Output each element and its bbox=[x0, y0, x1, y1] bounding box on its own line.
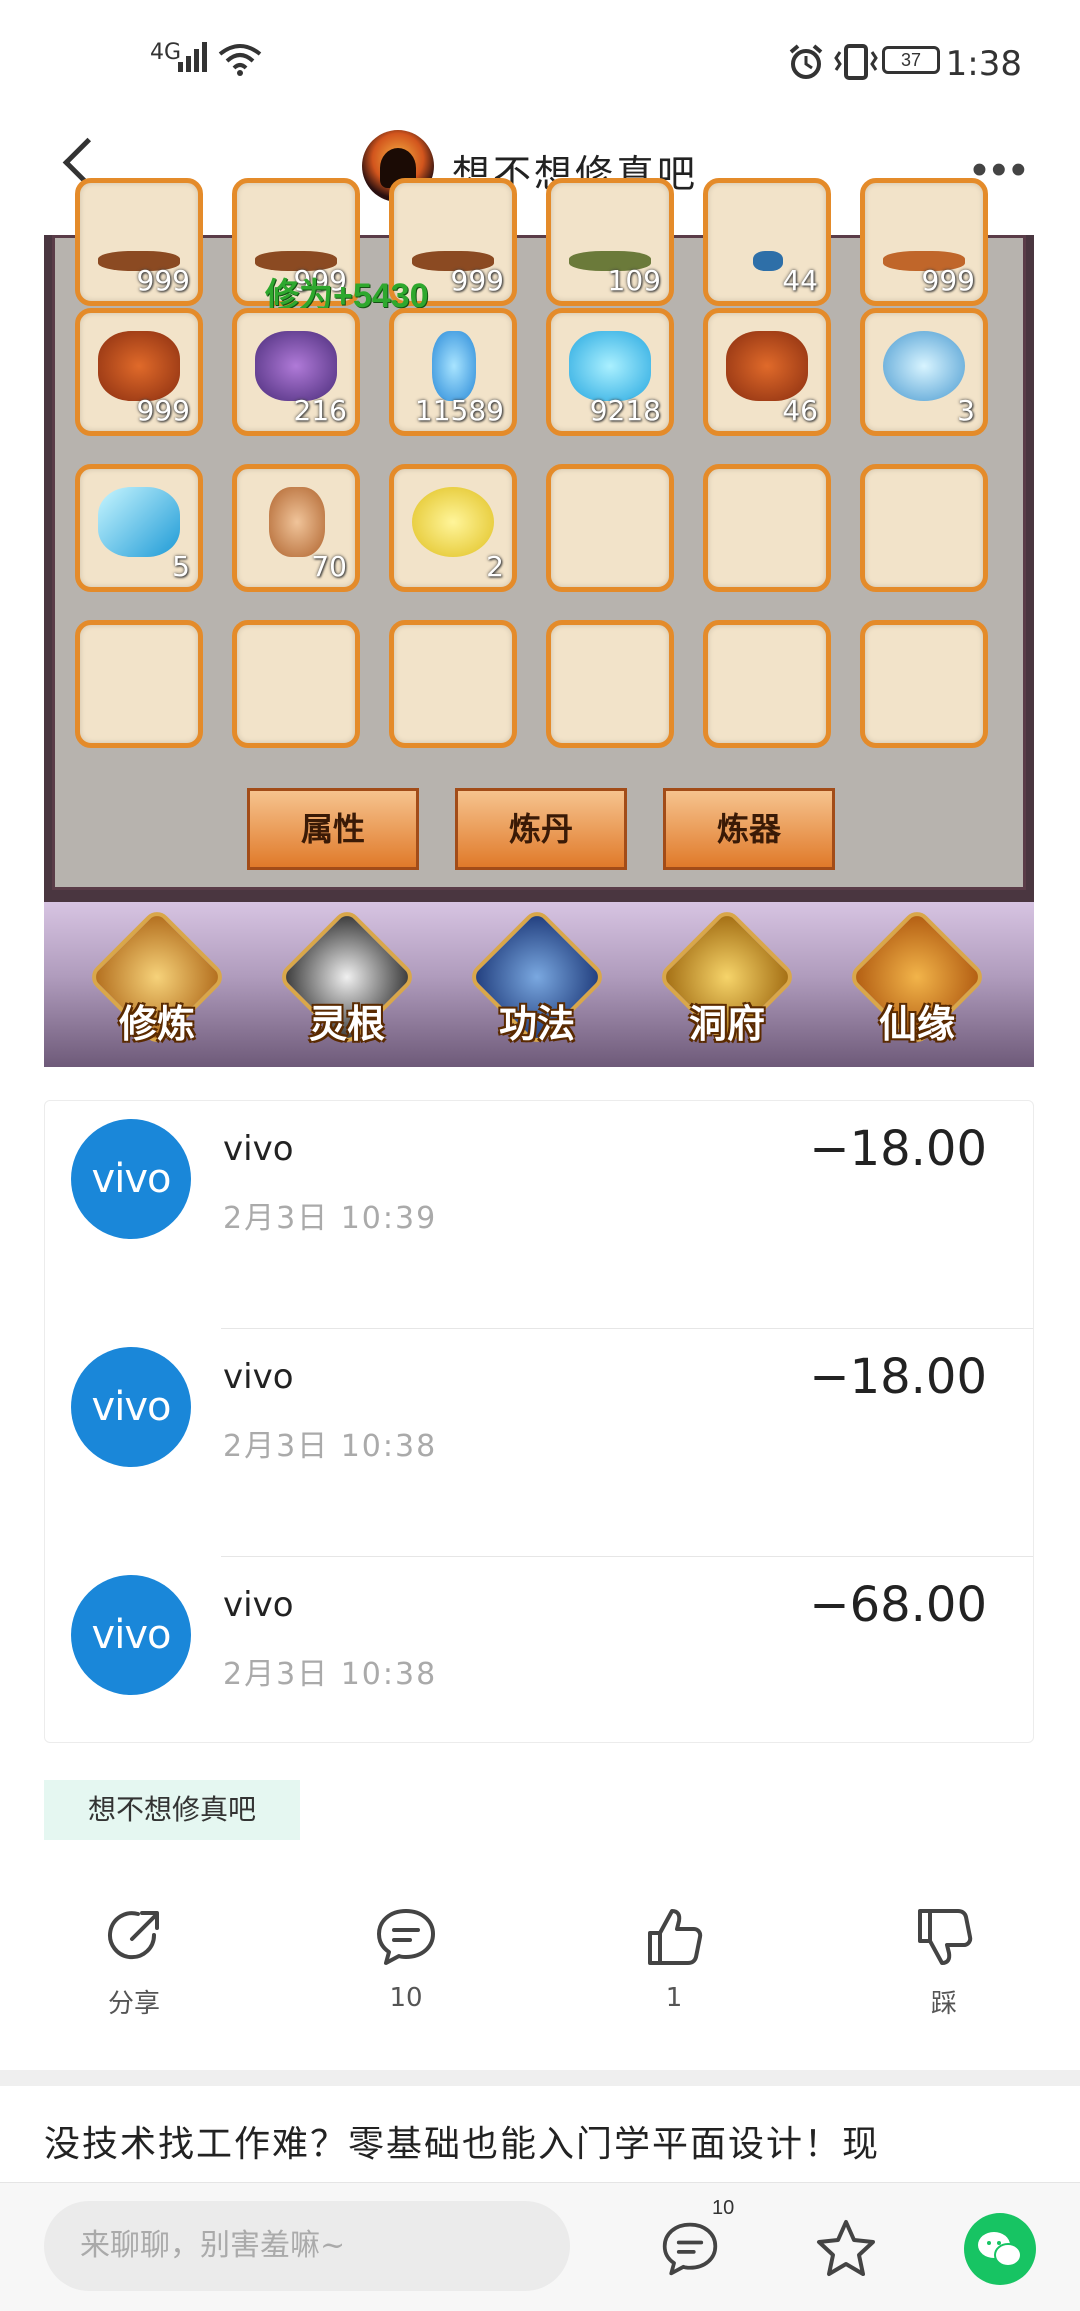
comment-count: 10 bbox=[389, 1983, 423, 2013]
wifi-icon bbox=[218, 44, 262, 76]
inventory-slot: 44 bbox=[703, 178, 831, 306]
game-menu-bar: 修炼 灵根 功法 洞府 仙缘 bbox=[44, 902, 1034, 1067]
transaction-row: vivo vivo 2月3日 10:38 −68.00 bbox=[45, 1557, 1033, 1785]
cave-menu-icon[interactable]: 洞府 bbox=[656, 906, 798, 1052]
inventory-slot[interactable]: 11589 bbox=[389, 308, 517, 436]
inventory-slot-empty[interactable] bbox=[546, 464, 674, 592]
transaction-amount: −18.00 bbox=[809, 1121, 987, 1177]
comment-icon bbox=[377, 1909, 435, 1965]
section-divider bbox=[0, 2070, 1080, 2086]
vivo-logo: vivo bbox=[71, 1347, 191, 1467]
alchemy-button[interactable]: 炼丹 bbox=[455, 788, 627, 870]
inventory-slot[interactable]: 216 bbox=[232, 308, 360, 436]
merchant-name: vivo bbox=[223, 1129, 294, 1169]
signal-icon bbox=[178, 42, 207, 72]
game-screenshot: 999 999 999 109 44 999 修为+5430 999 216 1… bbox=[44, 178, 1034, 1067]
comment-button[interactable]: 10 bbox=[346, 1905, 466, 2013]
dislike-label: 踩 bbox=[930, 1989, 957, 2019]
inventory-panel: 999 999 999 109 44 999 修为+5430 999 216 1… bbox=[52, 178, 1026, 890]
network-indicator: 4G bbox=[150, 40, 182, 65]
battery-icon: 37 bbox=[882, 46, 940, 74]
transaction-date: 2月3日 10:38 bbox=[223, 1657, 438, 1692]
star-icon[interactable] bbox=[814, 2217, 878, 2281]
share-icon bbox=[108, 1911, 159, 1960]
inventory-slot: 999 bbox=[860, 178, 988, 306]
inventory-slot[interactable]: 70 bbox=[232, 464, 360, 592]
thumbs-down-icon bbox=[918, 1909, 973, 1965]
inventory-slot-empty[interactable] bbox=[703, 620, 831, 748]
promo-post-title[interactable]: 没技术找工作难？零基础也能入门学平面设计！现 bbox=[44, 2115, 1044, 2167]
technique-menu-icon[interactable]: 功法 bbox=[466, 906, 608, 1052]
transaction-date: 2月3日 10:38 bbox=[223, 1429, 438, 1464]
inventory-slot[interactable]: 999 bbox=[75, 308, 203, 436]
comment-badge: 10 bbox=[712, 2197, 735, 2219]
thumbs-up-icon bbox=[648, 1909, 703, 1965]
payment-records-card: vivo vivo 2月3日 10:39 −18.00 vivo vivo 2月… bbox=[44, 1100, 1034, 1743]
inventory-slot[interactable]: 3 bbox=[860, 308, 988, 436]
inventory-slot-empty[interactable] bbox=[389, 620, 517, 748]
transaction-date: 2月3日 10:39 bbox=[223, 1201, 438, 1236]
inventory-slot: 999 bbox=[75, 178, 203, 306]
alarm-icon bbox=[789, 44, 823, 79]
like-button[interactable]: 1 bbox=[614, 1905, 734, 2013]
transaction-row: vivo vivo 2月3日 10:39 −18.00 bbox=[45, 1101, 1033, 1329]
attributes-button[interactable]: 属性 bbox=[247, 788, 419, 870]
vivo-logo: vivo bbox=[71, 1119, 191, 1239]
spirit-root-menu-icon[interactable]: 灵根 bbox=[276, 906, 418, 1052]
cultivate-menu-icon[interactable]: 修炼 bbox=[86, 906, 228, 1052]
inventory-slot-empty[interactable] bbox=[703, 464, 831, 592]
fate-menu-icon[interactable]: 仙缘 bbox=[846, 906, 988, 1052]
forum-tag[interactable]: 想不想修真吧 bbox=[44, 1780, 300, 1840]
inventory-slot[interactable]: 2 bbox=[389, 464, 517, 592]
transaction-amount: −18.00 bbox=[809, 1349, 987, 1405]
inventory-slot-empty[interactable] bbox=[860, 464, 988, 592]
status-bar: 4G 37 1:38 bbox=[0, 0, 1080, 115]
inventory-slot-empty[interactable] bbox=[75, 620, 203, 748]
merchant-name: vivo bbox=[223, 1357, 294, 1397]
clock: 1:38 bbox=[945, 44, 1022, 84]
like-count: 1 bbox=[665, 1983, 683, 2013]
share-label: 分享 bbox=[107, 1989, 160, 2019]
more-options-icon[interactable]: ••• bbox=[972, 148, 1030, 192]
share-button[interactable]: 分享 bbox=[74, 1905, 194, 2020]
wechat-share-icon[interactable] bbox=[964, 2213, 1036, 2285]
inventory-slot[interactable]: 9218 bbox=[546, 308, 674, 436]
forging-button[interactable]: 炼器 bbox=[663, 788, 835, 870]
merchant-name: vivo bbox=[223, 1585, 294, 1625]
comments-icon[interactable] bbox=[660, 2219, 720, 2279]
inventory-slot-empty[interactable] bbox=[546, 620, 674, 748]
inventory-slot-empty[interactable] bbox=[860, 620, 988, 748]
transaction-amount: −68.00 bbox=[809, 1577, 987, 1633]
inventory-slot[interactable]: 46 bbox=[703, 308, 831, 436]
vivo-logo: vivo bbox=[71, 1575, 191, 1695]
inventory-slot[interactable]: 5 bbox=[75, 464, 203, 592]
bottom-bar: 来聊聊，别害羞嘛~ 10 bbox=[0, 2182, 1080, 2311]
inventory-slot: 109 bbox=[546, 178, 674, 306]
dislike-button[interactable]: 踩 bbox=[884, 1905, 1004, 2020]
comment-input[interactable]: 来聊聊，别害羞嘛~ bbox=[44, 2201, 570, 2291]
vibrate-icon bbox=[834, 44, 878, 80]
inventory-slot-empty[interactable] bbox=[232, 620, 360, 748]
transaction-row: vivo vivo 2月3日 10:38 −18.00 bbox=[45, 1329, 1033, 1557]
